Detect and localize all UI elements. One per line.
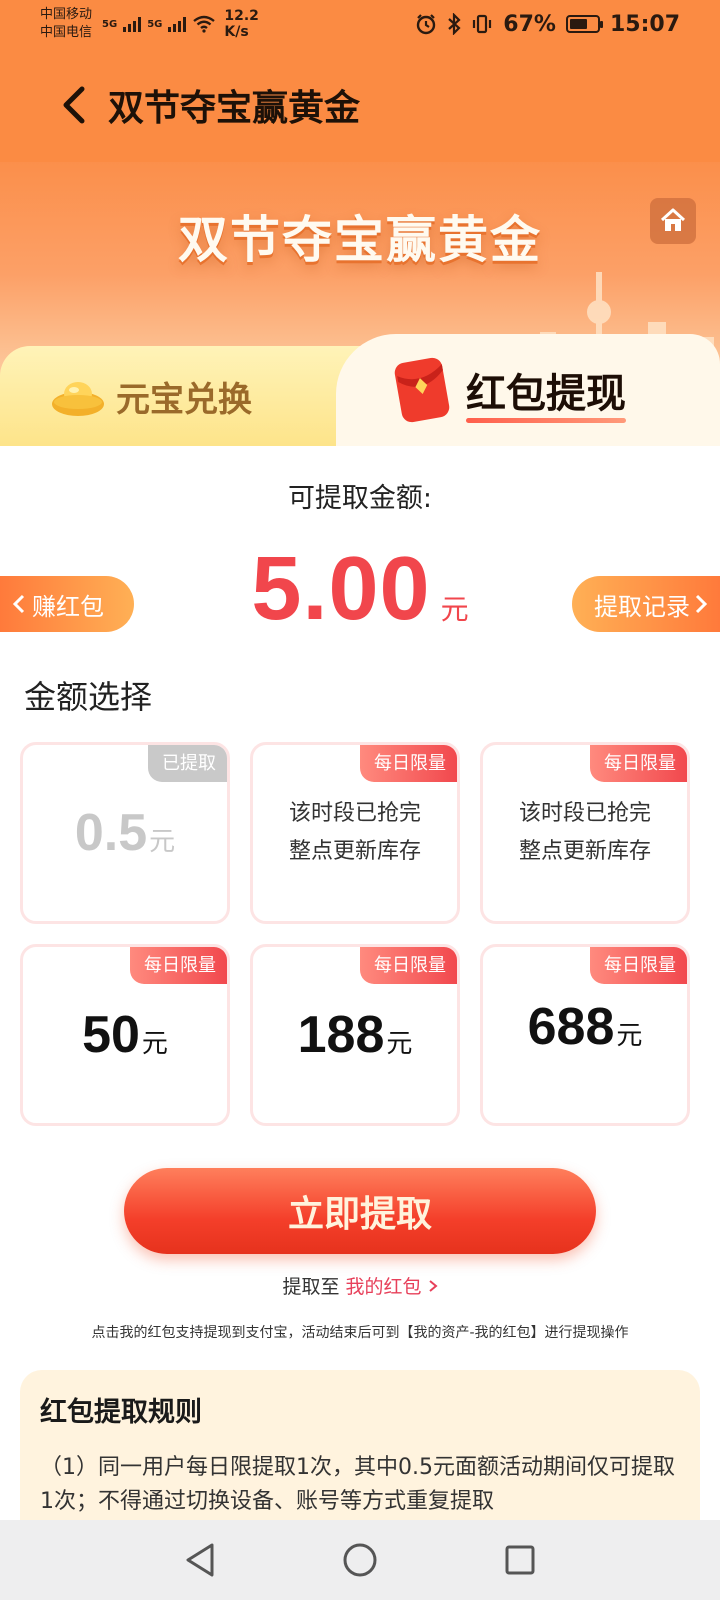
home-circle-icon xyxy=(343,1543,377,1577)
withdraw-to-prefix: 提取至 xyxy=(282,1276,340,1298)
vibrate-icon xyxy=(473,14,492,34)
page-title: 双节夺宝赢黄金 xyxy=(108,88,361,129)
balance-unit: 元 xyxy=(440,593,469,626)
amount-unit: 元 xyxy=(141,1029,168,1059)
amount-option-value: 0.5元 xyxy=(23,803,227,863)
amount-section-title: 金额选择 xyxy=(24,678,153,716)
balance-value: 5.00 xyxy=(251,539,431,639)
nav-recents-button[interactable] xyxy=(498,1538,542,1582)
amount-option-value: 50元 xyxy=(23,1005,227,1065)
my-redpacket-link-label: 我的红包 xyxy=(345,1276,422,1298)
amount-unit: 元 xyxy=(386,1029,413,1059)
tab-label: 元宝兑换 xyxy=(116,379,252,420)
net-speed-value: 12.2 xyxy=(224,8,259,24)
amount-option-soldout[interactable]: 每日限量 该时段已抢完 整点更新库存 xyxy=(480,742,690,924)
rules-title: 红包提取规则 xyxy=(40,1397,202,1428)
clock-time: 15:07 xyxy=(609,11,680,37)
back-button[interactable] xyxy=(44,75,104,135)
withdraw-panel: 可提取金额: 赚红包 5.00 元 提取记录 金额选择 已提取 0.5元 每日限量… xyxy=(0,446,720,1570)
home-button[interactable] xyxy=(650,198,696,244)
amount-option-688[interactable]: 每日限量 688元 xyxy=(480,944,690,1126)
bluetooth-icon xyxy=(448,13,461,35)
wifi-icon xyxy=(193,15,216,33)
nav-back-button[interactable] xyxy=(178,1538,222,1582)
carrier-1: 中国移动 xyxy=(40,7,93,22)
withdrawn-tag: 已提取 xyxy=(148,745,227,782)
withdraw-now-button[interactable]: 立即提取 xyxy=(124,1168,596,1254)
withdraw-record-button[interactable]: 提取记录 xyxy=(572,576,720,632)
my-redpacket-link[interactable]: 我的红包 xyxy=(346,1276,438,1298)
nav-home-button[interactable] xyxy=(338,1538,382,1582)
soldout-text: 该时段已抢完 整点更新库存 xyxy=(253,795,457,871)
net-type-1: 5G xyxy=(102,18,118,30)
amount-option-soldout[interactable]: 每日限量 该时段已抢完 整点更新库存 xyxy=(250,742,460,924)
daily-limit-tag: 每日限量 xyxy=(360,947,457,984)
amount-number: 188 xyxy=(297,1006,385,1064)
amount-option-50[interactable]: 每日限量 50元 xyxy=(20,944,230,1126)
recents-square-icon xyxy=(505,1545,535,1575)
amount-option-0.5[interactable]: 已提取 0.5元 xyxy=(20,742,230,924)
net-type-2: 5G xyxy=(147,18,163,30)
chevron-right-icon xyxy=(695,594,708,614)
amount-option-188[interactable]: 每日限量 188元 xyxy=(250,944,460,1126)
back-triangle-icon xyxy=(186,1543,214,1577)
alarm-icon xyxy=(417,14,436,35)
carrier-info: 中国移动 中国电信 xyxy=(40,6,92,42)
tab-redpacket-withdraw[interactable]: 红包提现 xyxy=(336,334,720,446)
tab-ingot-exchange[interactable]: 元宝兑换 xyxy=(0,346,360,446)
daily-limit-tag: 每日限量 xyxy=(130,947,227,984)
home-icon xyxy=(660,208,686,231)
status-bar: 中国移动 中国电信 5G 5G 12.2 K/s 67% 15:07 xyxy=(0,0,720,48)
amount-number: 0.5 xyxy=(74,804,148,862)
withdraw-destination: 提取至 我的红包 xyxy=(0,1272,720,1299)
banner-title: 双节夺宝赢黄金 xyxy=(178,211,542,269)
daily-limit-tag: 每日限量 xyxy=(590,745,687,782)
red-envelope-icon xyxy=(394,357,450,423)
chevron-left-icon xyxy=(63,86,85,124)
amount-number: 50 xyxy=(82,1006,140,1064)
gold-ingot-icon xyxy=(52,382,104,416)
amount-option-value: 688元 xyxy=(483,997,687,1057)
daily-limit-tag: 每日限量 xyxy=(590,947,687,984)
soldout-line-1: 该时段已抢完 xyxy=(288,801,421,826)
soldout-line-2: 整点更新库存 xyxy=(288,839,421,864)
soldout-text: 该时段已抢完 整点更新库存 xyxy=(483,795,687,871)
chevron-right-icon xyxy=(428,1280,438,1292)
amount-option-value: 188元 xyxy=(253,1005,457,1065)
amount-number: 688 xyxy=(527,998,615,1056)
soldout-line-2: 整点更新库存 xyxy=(518,839,651,864)
carrier-2: 中国电信 xyxy=(40,25,93,40)
battery-percent: 67% xyxy=(503,11,556,37)
record-label: 提取记录 xyxy=(594,592,690,621)
status-right: 67% 15:07 xyxy=(415,12,680,37)
signal-indicators: 5G 5G xyxy=(102,15,216,33)
net-speed-unit: K/s xyxy=(224,24,249,40)
amount-unit: 元 xyxy=(149,827,176,857)
rules-text: （1）同一用户每日限提取1次，其中0.5元面额活动期间仅可提取1次；不得通过切换… xyxy=(40,1455,675,1514)
tab-label: 红包提现 xyxy=(466,361,626,423)
signal-bars-icon xyxy=(123,16,142,32)
system-nav-bar xyxy=(0,1520,720,1600)
withdraw-note: 点击我的红包支持提现到支付宝，活动结束后可到【我的资产-我的红包】进行提现操作 xyxy=(91,1325,629,1341)
net-speed: 12.2 K/s xyxy=(224,8,259,40)
daily-limit-tag: 每日限量 xyxy=(360,745,457,782)
signal-bars-icon xyxy=(168,16,187,32)
app-header: 双节夺宝赢黄金 xyxy=(0,48,720,162)
soldout-line-1: 该时段已抢完 xyxy=(518,801,651,826)
withdrawable-label: 可提取金额: xyxy=(287,483,433,514)
battery-icon xyxy=(565,15,603,33)
amount-unit: 元 xyxy=(616,1021,643,1051)
